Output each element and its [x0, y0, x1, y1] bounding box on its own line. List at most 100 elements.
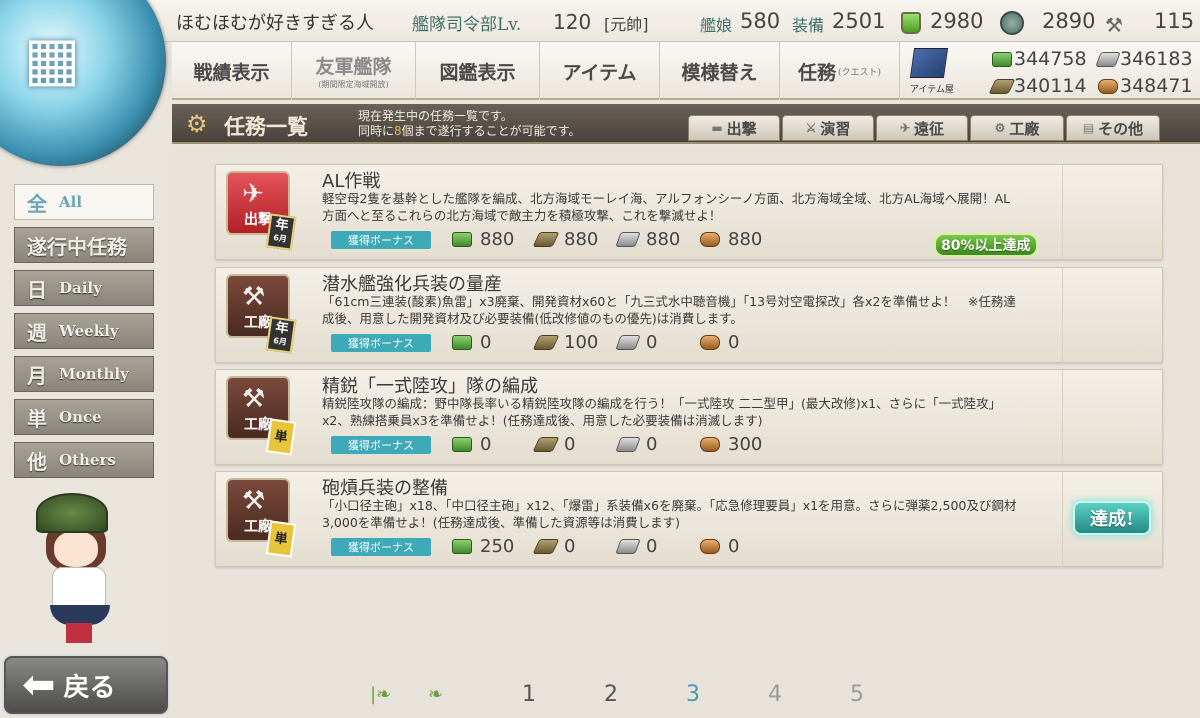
nav-friend-fleet[interactable]: 友軍艦隊 (期間限定海域開放) [292, 42, 416, 100]
expedition-icon: ✈ [899, 121, 911, 135]
steel-icon [615, 539, 641, 554]
nav-items[interactable]: アイテム [540, 42, 660, 100]
quest-frequency-badge: 単 [265, 520, 297, 558]
reward-bauxite: 0 [700, 332, 739, 353]
reward-steel: 880 [615, 229, 680, 250]
fuel-icon [452, 437, 472, 452]
development-material-count: 2890 [1042, 9, 1096, 33]
reward-fuel: 250 [452, 536, 514, 557]
complete-button[interactable]: 達成! [1073, 501, 1151, 535]
game-logo[interactable]: ▦ [0, 0, 166, 166]
page-1[interactable]: 1 [522, 682, 536, 707]
ammo-icon [532, 232, 560, 247]
reward-fuel: 0 [452, 434, 491, 455]
back-button[interactable]: ⬅ 戻る [2, 654, 170, 716]
top-status-bar: ほむほむが好きすぎる人 艦隊司令部Lv. 120 [元帥] 艦娘 580 装備 … [0, 0, 1200, 42]
screw-icon: ⚒ [1105, 13, 1123, 37]
first-page-icon[interactable]: |❧ [370, 684, 391, 705]
reward-ammo: 0 [532, 536, 575, 557]
steel-icon [615, 232, 641, 247]
plane-icon: ✈ [242, 179, 264, 209]
page-3-current[interactable]: 3 [686, 682, 700, 707]
fuel-icon [452, 335, 472, 350]
prev-page-icon[interactable]: ❧ [428, 684, 443, 705]
progress-badge: 80%以上達成 [934, 233, 1038, 257]
item-shop-button[interactable]: アイテム屋 [900, 42, 988, 100]
bucket-icon [901, 12, 921, 34]
filter-ongoing[interactable]: 遂行中任務 [14, 227, 154, 263]
exercise-icon: ⚔ [805, 121, 817, 135]
tab-arsenal[interactable]: ⚙ 工廠 [970, 115, 1064, 141]
ships-label: 艦娘 [700, 16, 733, 35]
hammer-icon: ⚒ [242, 486, 266, 516]
reward-bauxite: 300 [700, 434, 762, 455]
reward-fuel: 880 [452, 229, 514, 250]
reward-ammo: 880 [532, 229, 598, 250]
reward-steel: 0 [615, 332, 657, 353]
ammo-icon [532, 539, 560, 554]
quest-description: 精鋭陸攻隊の編成：野中隊長率いる精鋭陸攻隊の編成を行う！「一式陸攻 二二型甲」(… [322, 396, 1002, 428]
tab-other[interactable]: ▤ その他 [1066, 115, 1160, 141]
quest-frequency-badge: 単 [265, 418, 297, 456]
quest-row[interactable]: ✈ 出撃 年 6月 AL作戦 軽空母2隻を基幹とした艦隊を編成、北方海域モーレイ海… [215, 164, 1163, 261]
bonus-label: 獲得ボーナス [331, 538, 431, 556]
filter-others[interactable]: 他 Others [14, 442, 154, 478]
battleship-icon: ▬ [711, 121, 723, 135]
back-arrow-icon: ⬅ [22, 662, 56, 708]
ammo-icon [988, 78, 1016, 94]
resource-ammo: 340114 [988, 75, 1087, 97]
reward-ammo: 0 [532, 434, 575, 455]
quest-frequency-badge: 年 6月 [265, 213, 297, 251]
bonus-label: 獲得ボーナス [331, 436, 431, 454]
page-2[interactable]: 2 [604, 682, 618, 707]
logo-emblem: ▦ [23, 24, 81, 94]
item-shop-label: アイテム屋 [909, 85, 955, 95]
reward-fuel: 0 [452, 332, 491, 353]
hq-level-label: 艦隊司令部Lv. [412, 15, 522, 35]
reward-steel: 0 [615, 536, 657, 557]
tab-exercise[interactable]: ⚔ 演習 [782, 115, 874, 141]
quest-row[interactable]: ⚒ 工廠 単 砲熕兵装の整備 「小口径主砲」x18、「中口径主砲」x12、「爆雷… [215, 471, 1163, 568]
quest-row[interactable]: ⚒ 工廠 単 精鋭「一式陸攻」隊の編成 精鋭陸攻隊の編成：野中隊長率いる精鋭陸攻… [215, 369, 1163, 466]
fuel-icon [992, 51, 1012, 67]
document-icon: ▤ [1082, 121, 1095, 135]
quest-row[interactable]: ⚒ 工廠 年 6月 潜水艦強化兵装の量産 「61cm三連装(酸素)魚雷」x3廃棄、… [215, 267, 1163, 364]
player-name: ほむほむが好きすぎる人 [176, 13, 374, 34]
filter-once[interactable]: 単 Once [14, 399, 154, 435]
nav-record[interactable]: 戦績表示 [172, 42, 292, 100]
hammer-icon: ⚒ [242, 384, 266, 414]
max-concurrent-count: 8 [394, 124, 402, 138]
resource-bauxite: 348471 [1098, 75, 1193, 97]
page-description: 現在発生中の任務一覧です。 同時に8個まで遂行することが可能です。 [358, 109, 581, 138]
page-4[interactable]: 4 [768, 682, 782, 707]
quest-description: 軽空母2隻を基幹とした艦隊を編成、北方海域モーレイ海、アルフォンシーノ方面、北方… [322, 191, 1011, 223]
filter-all[interactable]: 全 All [14, 184, 154, 220]
filter-daily[interactable]: 日 Daily [14, 270, 154, 306]
secretary-ship-character[interactable] [28, 493, 138, 643]
reward-bauxite: 0 [700, 536, 739, 557]
page-5[interactable]: 5 [850, 682, 864, 707]
bauxite-icon [700, 437, 720, 452]
cog-icon: ⚙ [994, 121, 1006, 135]
resource-steel: 346183 [1095, 48, 1193, 70]
filter-weekly[interactable]: 週 Weekly [14, 313, 154, 349]
nav-quests[interactable]: 任務 (クエスト) [780, 42, 900, 100]
quest-list: ✈ 出撃 年 6月 AL作戦 軽空母2隻を基幹とした艦隊を編成、北方海域モーレイ海… [172, 146, 1200, 718]
nav-furniture[interactable]: 模様替え [660, 42, 780, 100]
tab-sortie[interactable]: ▬ 出撃 [688, 115, 780, 141]
quest-description: 「61cm三連装(酸素)魚雷」x3廃棄、開発資材x60と「九三式水中聴音機」「1… [322, 294, 1016, 326]
fuel-icon [452, 539, 472, 554]
quest-frequency-badge: 年 6月 [265, 316, 297, 354]
nav-library[interactable]: 図鑑表示 [416, 42, 540, 100]
shop-icon [909, 48, 949, 78]
ammo-icon [532, 437, 560, 452]
ships-count: 580 [740, 9, 781, 33]
tab-expedition[interactable]: ✈ 遠征 [876, 115, 968, 141]
bauxite-icon [1098, 78, 1118, 94]
reward-steel: 0 [615, 434, 657, 455]
steel-icon [615, 335, 641, 350]
bauxite-icon [700, 232, 720, 247]
hammer-icon: ⚒ [242, 282, 266, 312]
gear-icon: ⚙ [186, 110, 208, 138]
filter-monthly[interactable]: 月 Monthly [14, 356, 154, 392]
